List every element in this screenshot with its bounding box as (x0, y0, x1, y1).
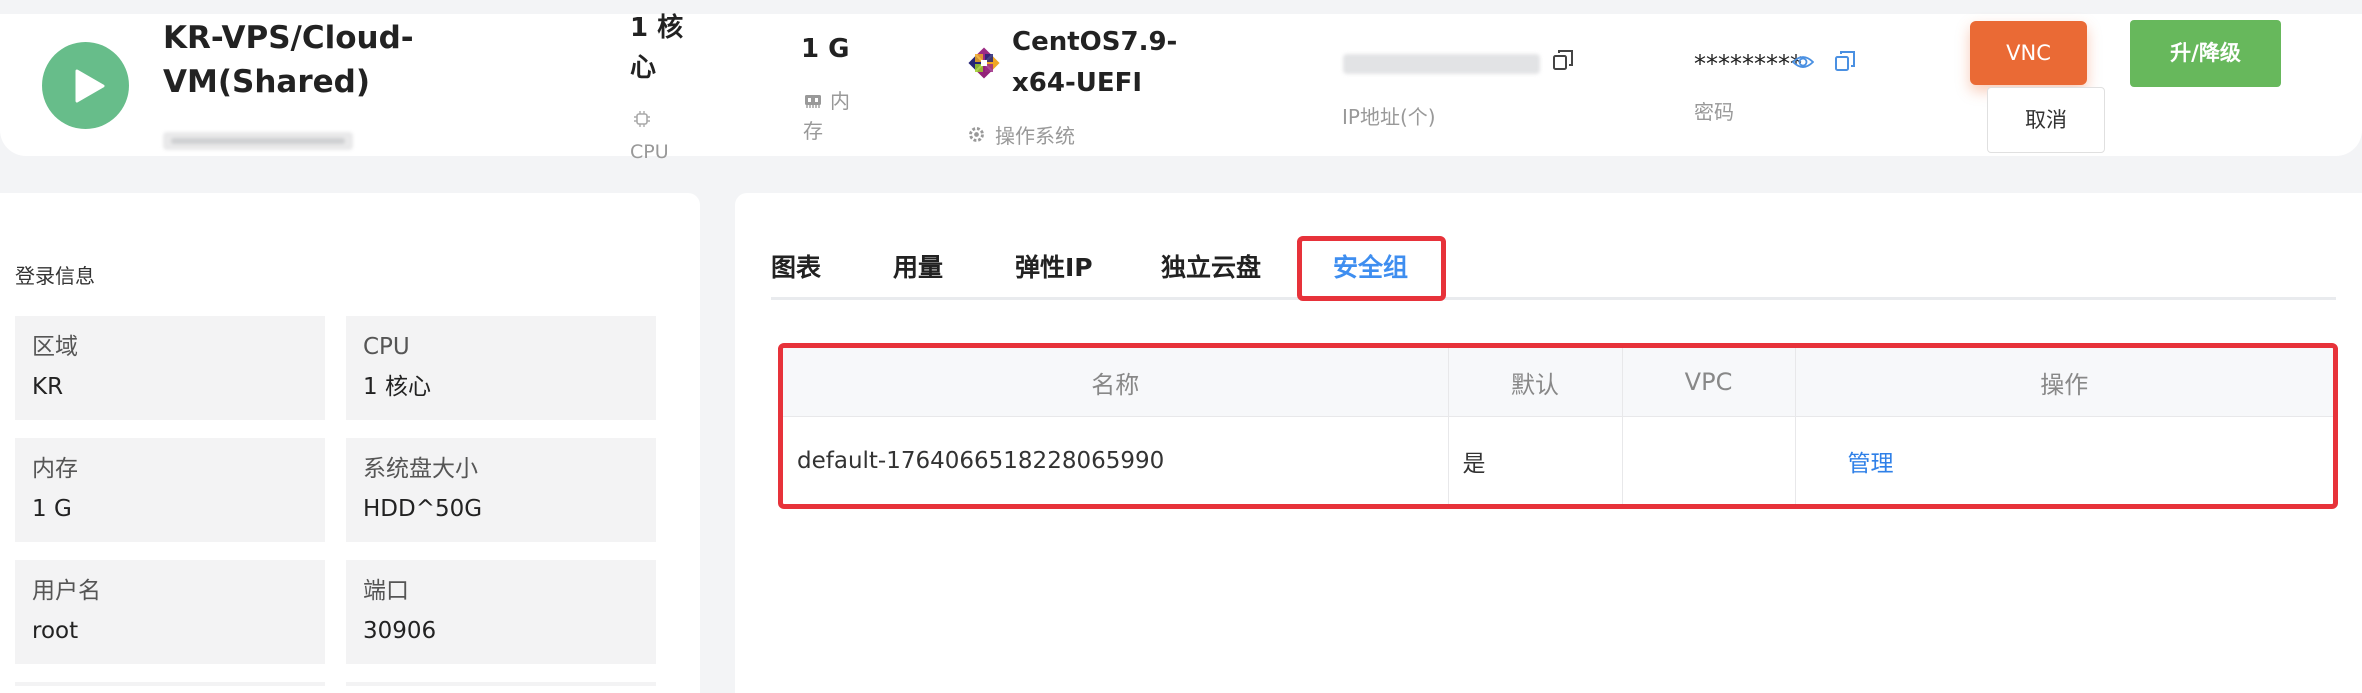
security-group-table: 名称 默认 VPC 操作 default-1764066518228065990… (778, 343, 2338, 509)
column-header-action: 操作 (1795, 348, 2333, 417)
instance-name: KR-VPS/Cloud- VM(Shared) (163, 20, 414, 100)
table-header-row: 名称 默认 VPC 操作 (783, 348, 2333, 417)
start-button[interactable] (42, 42, 129, 129)
os-gear-icon (967, 125, 986, 148)
os-value: CentOS7.9- x64-UEFI (1012, 27, 1178, 98)
tab-chart[interactable]: 图表 (771, 248, 821, 284)
info-label: 用户名 (32, 578, 101, 604)
info-port: 端口 30906 (346, 560, 656, 664)
column-header-vpc: VPC (1622, 348, 1796, 417)
info-username: 用户名 root (15, 560, 325, 664)
password-label: 密码 (1694, 100, 1734, 124)
play-icon (75, 69, 105, 103)
security-group-vpc (1622, 416, 1796, 504)
cpu-value: 1 核 心 (630, 13, 684, 83)
tab-usage[interactable]: 用量 (893, 248, 943, 284)
centos-logo-icon (966, 45, 1002, 85)
cpu-chip-icon (633, 110, 651, 132)
memory-label-line1: 内 (830, 89, 850, 113)
info-label: 系统盘大小 (363, 456, 478, 482)
password-value: ********* (1694, 50, 1802, 78)
highlight-box-tab (1297, 236, 1446, 301)
memory-label-line2: 存 (803, 119, 823, 143)
info-value: 30906 (363, 618, 437, 644)
info-system-disk: 系统盘大小 HDD^50G (346, 438, 656, 542)
table-row: default-1764066518228065990 是 管理 (783, 416, 2333, 504)
column-header-default: 默认 (1448, 348, 1623, 417)
info-value: root (32, 618, 79, 644)
info-label: 区域 (32, 334, 78, 360)
copy-password-icon[interactable] (1834, 50, 1856, 76)
tab-cloud-disk[interactable]: 独立云盘 (1161, 248, 1261, 284)
ip-label: IP地址(个) (1342, 105, 1436, 129)
info-label: 端口 (363, 578, 409, 604)
upgrade-downgrade-button[interactable]: 升/降级 (2130, 20, 2281, 87)
column-header-name: 名称 (783, 348, 1449, 417)
info-memory: 内存 1 G (15, 438, 325, 542)
info-value: 1 核心 (363, 374, 431, 400)
os-label: 操作系统 (995, 124, 1075, 148)
manage-link[interactable]: 管理 (1848, 451, 1894, 477)
cpu-label: CPU (630, 141, 669, 163)
info-next-row (346, 682, 656, 686)
info-value: KR (32, 374, 64, 400)
memory-icon (804, 92, 822, 114)
info-cpu: CPU 1 核心 (346, 316, 656, 420)
login-info-title: 登录信息 (15, 264, 95, 288)
tab-divider (771, 297, 2336, 300)
instance-id-redacted (163, 132, 353, 150)
memory-value: 1 G (801, 34, 850, 64)
tab-elastic-ip[interactable]: 弹性IP (1015, 248, 1093, 284)
info-value: 1 G (32, 496, 72, 522)
show-password-eye-icon[interactable] (1791, 52, 1815, 76)
cancel-button[interactable]: 取消 (1987, 87, 2105, 153)
info-label: 内存 (32, 456, 78, 482)
info-value: HDD^50G (363, 496, 483, 522)
security-group-name: default-1764066518228065990 (783, 416, 1449, 504)
copy-ip-icon[interactable] (1552, 49, 1574, 75)
security-group-default: 是 (1448, 416, 1623, 504)
info-region: 区域 KR (15, 316, 325, 420)
ip-address-redacted (1343, 54, 1540, 74)
info-next-row (15, 682, 325, 686)
info-label: CPU (363, 334, 410, 360)
vnc-button[interactable]: VNC (1970, 21, 2087, 85)
